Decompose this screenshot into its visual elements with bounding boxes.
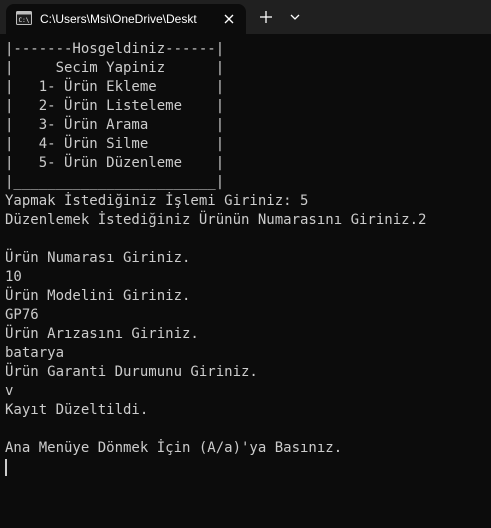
text-cursor xyxy=(5,459,7,476)
chevron-down-icon[interactable] xyxy=(286,8,304,26)
menu-bottom-border: |________________________| xyxy=(5,174,225,190)
close-icon[interactable] xyxy=(220,10,238,28)
operation-prompt: Yapmak İstediğiniz İşlemi Giriniz: 5 xyxy=(5,193,309,209)
record-updated-message: Kayıt Düzeltildi. xyxy=(5,402,149,418)
terminal-tab[interactable]: C:\ C:\Users\Msi\OneDrive\Deskt xyxy=(6,4,246,34)
terminal-icon: C:\ xyxy=(16,11,32,25)
menu-heading: | Secim Yapiniz | xyxy=(5,60,225,76)
product-fault-prompt: Ürün Arızasını Giriniz. xyxy=(5,326,199,342)
product-number-prompt: Ürün Numarası Giriniz. xyxy=(5,250,191,266)
product-model-value: GP76 xyxy=(5,307,39,323)
product-model-prompt: Ürün Modelini Giriniz. xyxy=(5,288,191,304)
menu-option-delete: | 4- Ürün Silme | xyxy=(5,136,225,152)
input-line[interactable] xyxy=(5,458,489,477)
return-menu-prompt: Ana Menüye Dönmek İçin (A/a)'ya Basınız. xyxy=(5,440,343,456)
menu-option-search: | 3- Ürün Arama | xyxy=(5,117,225,133)
product-fault-value: batarya xyxy=(5,345,65,361)
menu-option-add: | 1- Ürün Ekleme | xyxy=(5,79,225,95)
plus-icon[interactable] xyxy=(256,7,276,27)
terminal-window: C:\ C:\Users\Msi\OneDrive\Deskt |-------… xyxy=(0,0,491,528)
warranty-prompt: Ürün Garanti Durumunu Giriniz. xyxy=(5,364,258,380)
warranty-value: v xyxy=(5,383,14,399)
terminal-output[interactable]: |-------Hosgeldiniz------| | Secim Yapin… xyxy=(5,40,489,526)
tab-bar: C:\ C:\Users\Msi\OneDrive\Deskt xyxy=(0,0,491,34)
edit-number-prompt: Düzenlemek İstediğiniz Ürünün Numarasını… xyxy=(5,212,427,228)
menu-option-list: | 2- Ürün Listeleme | xyxy=(5,98,225,114)
menu-top-border: |-------Hosgeldiniz------| xyxy=(5,41,225,57)
tab-title: C:\Users\Msi\OneDrive\Deskt xyxy=(40,12,197,26)
svg-text:C:\: C:\ xyxy=(19,17,30,24)
product-number-value: 10 xyxy=(5,269,22,285)
menu-option-edit: | 5- Ürün Düzenleme | xyxy=(5,155,225,171)
